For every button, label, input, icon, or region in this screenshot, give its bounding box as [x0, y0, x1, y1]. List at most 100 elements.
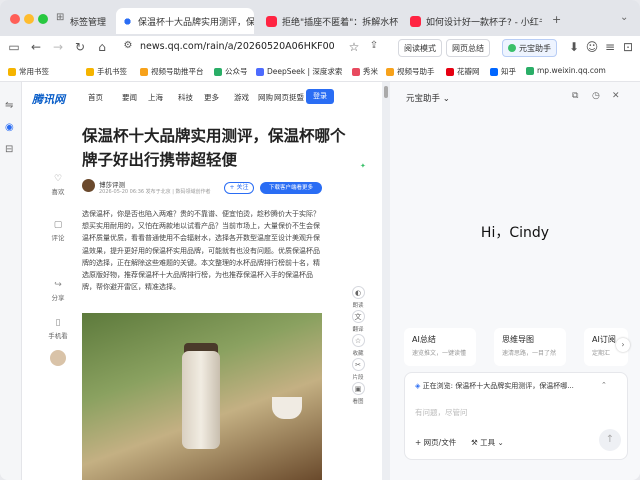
- yuanbao-icon[interactable]: ◉: [5, 122, 14, 133]
- nav-item[interactable]: 网购: [258, 92, 273, 103]
- home-icon[interactable]: ⌂: [94, 40, 110, 54]
- chevron-right-icon[interactable]: ›: [616, 338, 630, 352]
- chevron-up-icon[interactable]: ⌃: [601, 381, 607, 389]
- chat-input[interactable]: 有问题，尽管问: [415, 407, 468, 418]
- bookmark-label: 视频号助手: [397, 67, 435, 76]
- bookmark-video-promo[interactable]: 视频号助推平台: [140, 66, 204, 77]
- nav-item[interactable]: 科技: [178, 92, 193, 103]
- greeting: Hi，Cindy: [480, 225, 550, 241]
- page-summary-button[interactable]: 网页总结: [446, 39, 490, 57]
- float-image[interactable]: ▣ 看图: [350, 382, 366, 405]
- user-avatar[interactable]: [50, 350, 66, 366]
- tab-article[interactable]: 保温杯十大品牌实用测评，保 ×: [116, 8, 254, 34]
- new-chat-icon[interactable]: ⧉: [572, 91, 578, 101]
- login-button[interactable]: 登录: [306, 89, 334, 104]
- tab-label: 如何设计好一款杯子? - 小红书: [426, 17, 542, 28]
- teacup: [272, 397, 302, 419]
- download-client-button[interactable]: 下载客户端看更多: [260, 182, 322, 194]
- bookmark-star-icon[interactable]: ☆: [346, 40, 362, 54]
- thermos-body: [182, 351, 220, 449]
- float-label: 片段: [352, 375, 364, 381]
- float-translate[interactable]: 文翻译: [350, 310, 366, 333]
- bookmark-huaban[interactable]: 花瓣网: [446, 66, 480, 77]
- maximize-window-button[interactable]: [38, 14, 48, 24]
- scissors-icon: ✂: [351, 358, 365, 371]
- bookmark-mobile[interactable]: 手机书签: [86, 66, 127, 77]
- site-settings-icon[interactable]: ⚙: [120, 40, 136, 51]
- float-favorite[interactable]: ☆ 收藏: [350, 334, 366, 357]
- follow-button[interactable]: + 关注: [224, 182, 254, 194]
- bookmark-xiumi[interactable]: 秀米: [352, 66, 378, 77]
- action-label: 分享: [51, 294, 65, 302]
- new-tab-icon[interactable]: +: [552, 13, 561, 26]
- mind-map-card[interactable]: 思维导图 速清思路，一目了然: [494, 328, 566, 366]
- nav-item[interactable]: 上海: [148, 92, 163, 103]
- scrollbar-thumb[interactable]: [384, 86, 388, 98]
- tab-tag-manager[interactable]: 标签管理: [70, 8, 114, 34]
- bookmark-frequent[interactable]: 常用书签: [8, 66, 49, 77]
- assistant-panel: 元宝助手 ⌄ ⧉ ◷ ✕ Hi，Cindy AI总结 速览推文，一键读懂 思维导…: [390, 82, 640, 480]
- bookmark-video-helper[interactable]: 视频号助手: [386, 66, 435, 77]
- folder-icon: [86, 67, 94, 76]
- nav-item[interactable]: 网页挺暨: [274, 92, 304, 103]
- extensions-icon[interactable]: ⊡: [620, 40, 636, 54]
- bookmark-official-account[interactable]: 公众号: [214, 66, 248, 77]
- ai-summary-card[interactable]: AI总结 速览推文，一键读懂: [404, 328, 476, 366]
- bookmarks-bar: 常用书签 手机书签 视频号助推平台 公众号 DeepSeek | 深度求索 秀米…: [0, 60, 640, 82]
- page-scrollbar[interactable]: [382, 82, 390, 480]
- nav-item[interactable]: 更多: [204, 92, 219, 103]
- forward-icon[interactable]: →: [50, 40, 66, 54]
- float-clip[interactable]: ✂ 片段: [350, 358, 366, 381]
- nav-item[interactable]: 游戏: [234, 92, 249, 103]
- sidebar-toggle-icon[interactable]: ▭: [6, 40, 22, 54]
- xiumi-icon: [352, 67, 360, 76]
- nav-item[interactable]: 首页: [88, 92, 103, 103]
- bookmark-mp-weixin[interactable]: mp.weixin.qq.com: [526, 66, 606, 75]
- chevron-down-icon[interactable]: ⌄: [620, 12, 628, 23]
- bookmark-label: 公众号: [225, 67, 248, 76]
- share-icon[interactable]: ⇋: [5, 100, 13, 111]
- comment-action[interactable]: ▢ 评论: [48, 220, 68, 242]
- ai-sparkle-icon[interactable]: ✦: [360, 162, 366, 170]
- close-window-button[interactable]: [10, 14, 20, 24]
- bookmark-zhihu[interactable]: 知乎: [490, 66, 516, 77]
- tools-button[interactable]: ⚒ 工具 ⌄: [471, 437, 504, 448]
- back-icon[interactable]: ←: [28, 40, 44, 54]
- yuanbao-icon: [508, 44, 516, 52]
- tab-list-icon[interactable]: ⊞: [56, 12, 64, 23]
- send-icon[interactable]: ↑: [599, 429, 621, 451]
- site-logo[interactable]: 腾讯网: [32, 91, 65, 107]
- action-label: 喜欢: [51, 188, 65, 196]
- like-action[interactable]: ♡ 喜欢: [48, 174, 68, 196]
- more-menu-icon[interactable]: ≡: [602, 40, 618, 54]
- window-icon[interactable]: ⊟: [5, 144, 13, 155]
- video-icon: [386, 67, 394, 76]
- reload-icon[interactable]: ↻: [72, 40, 88, 54]
- share-icon[interactable]: ⇪: [366, 40, 382, 51]
- image-icon: ▣: [351, 382, 365, 395]
- assistant-title[interactable]: 元宝助手 ⌄: [406, 92, 450, 104]
- address-bar[interactable]: news.qq.com/rain/a/20260520A06HKF00: [140, 41, 335, 52]
- card-title: AI总结: [412, 335, 436, 344]
- float-read-aloud[interactable]: ◐ 朗读: [350, 286, 366, 309]
- tab-label: 拒绝"插座不匿着"：拆解水杯设计与: [282, 17, 398, 28]
- xiaohongshu-icon: [410, 15, 421, 27]
- share-action[interactable]: ↪ 分享: [48, 280, 68, 302]
- bookmark-deepseek[interactable]: DeepSeek | 深度求索: [256, 66, 342, 77]
- reading-mode-button[interactable]: 阅读模式: [398, 39, 442, 57]
- mobile-view-action[interactable]: ▯ 手机看: [48, 318, 68, 340]
- download-icon[interactable]: ⬇: [566, 40, 582, 54]
- tab-label: 保温杯十大品牌实用测评，保: [138, 17, 254, 28]
- tab-xiaohongshu[interactable]: 如何设计好一款杯子? - 小红书: [406, 8, 542, 34]
- nav-item[interactable]: 要闻: [122, 92, 137, 103]
- tab-cup-design[interactable]: 拒绝"插座不匿着"：拆解水杯设计与: [262, 8, 398, 34]
- close-panel-icon[interactable]: ✕: [612, 91, 620, 101]
- minimize-window-button[interactable]: [24, 14, 34, 24]
- history-icon[interactable]: ◷: [592, 91, 600, 101]
- author-avatar[interactable]: [82, 179, 95, 192]
- profile-icon[interactable]: ☺: [584, 40, 600, 54]
- tools-label: 工具: [480, 438, 496, 447]
- attach-page-file-button[interactable]: + 网页/文件: [415, 437, 456, 448]
- yuanbao-assistant-button[interactable]: 元宝助手: [502, 39, 557, 57]
- bookmark-label: 手机书签: [97, 67, 127, 76]
